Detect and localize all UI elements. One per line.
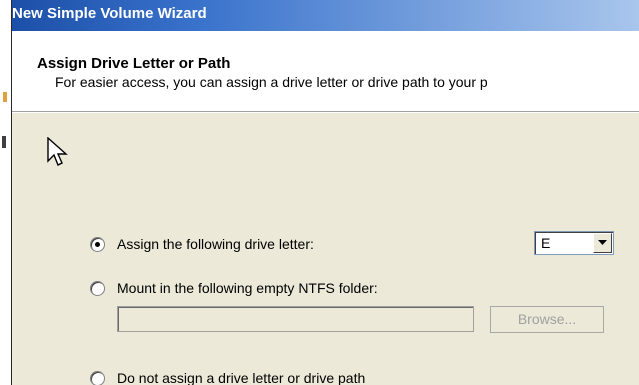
window-title: New Simple Volume Wizard — [12, 5, 207, 22]
screen: New Simple Volume Wizard Assign Drive Le… — [0, 0, 639, 385]
no-assign-label[interactable]: Do not assign a drive letter or drive pa… — [117, 370, 365, 385]
drive-letter-value: E — [541, 235, 551, 251]
dropdown-button[interactable] — [593, 233, 612, 253]
wizard-header: Assign Drive Letter or Path For easier a… — [12, 31, 639, 112]
assign-letter-option[interactable]: Assign the following drive letter: — [90, 236, 314, 252]
arrow-cursor-icon — [47, 137, 68, 166]
background-window-edge — [0, 0, 11, 385]
wizard-dialog: New Simple Volume Wizard Assign Drive Le… — [11, 0, 639, 385]
wizard-body: Assign the following drive letter: E Mou… — [12, 112, 639, 385]
browse-button[interactable]: Browse... — [490, 306, 604, 333]
mount-folder-label[interactable]: Mount in the following empty NTFS folder… — [117, 280, 378, 296]
no-assign-option[interactable]: Do not assign a drive letter or drive pa… — [90, 370, 365, 385]
page-description: For easier access, you can assign a driv… — [55, 74, 488, 90]
chevron-down-icon — [598, 240, 607, 245]
mount-folder-radio[interactable] — [90, 280, 105, 296]
assign-letter-radio[interactable] — [90, 236, 105, 252]
drive-letter-select[interactable]: E — [534, 231, 614, 255]
assign-letter-label[interactable]: Assign the following drive letter: — [117, 236, 314, 252]
title-bar[interactable]: New Simple Volume Wizard — [12, 0, 639, 31]
background-window-mark — [2, 136, 6, 148]
mount-folder-option[interactable]: Mount in the following empty NTFS folder… — [90, 280, 378, 296]
background-window-mark — [3, 92, 7, 102]
no-assign-radio[interactable] — [90, 370, 105, 385]
folder-path-field[interactable] — [117, 306, 474, 332]
page-title: Assign Drive Letter or Path — [37, 55, 231, 72]
